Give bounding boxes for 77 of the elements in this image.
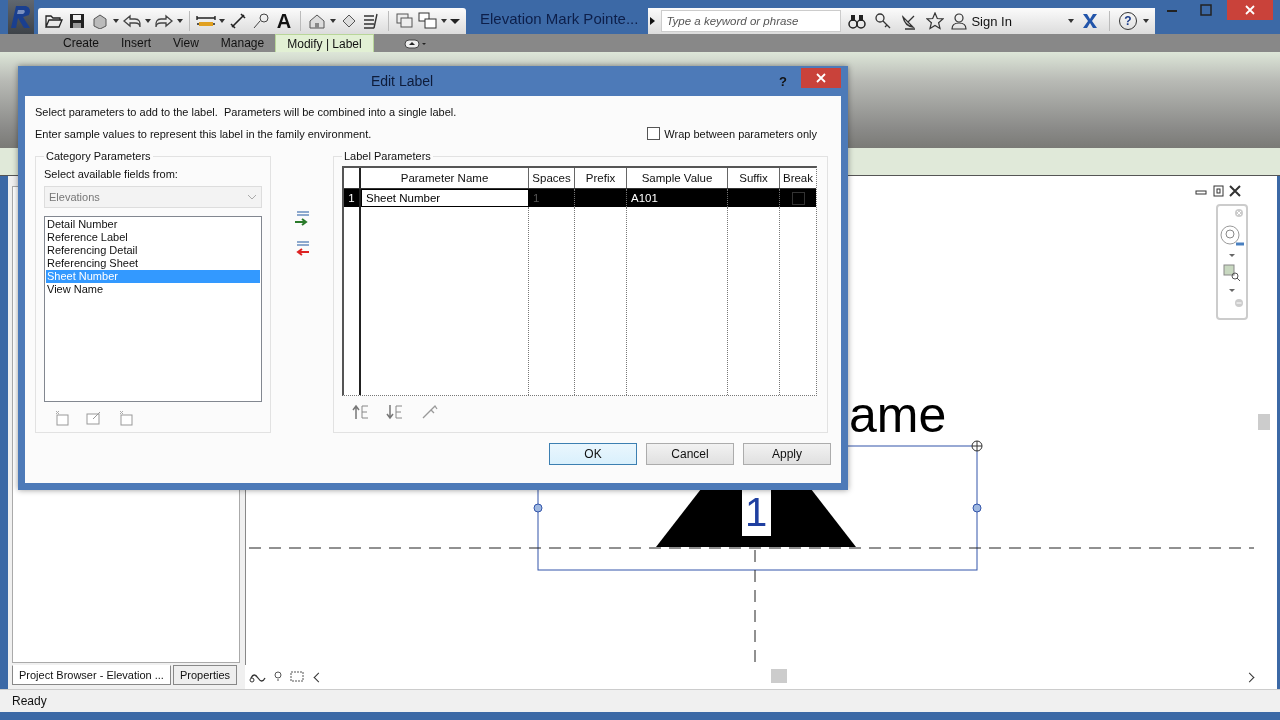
application-menu-button[interactable]: [8, 0, 34, 34]
caret-icon[interactable]: [113, 19, 119, 23]
ribbon-toggle-icon[interactable]: [403, 36, 428, 52]
caret-icon[interactable]: [219, 19, 225, 23]
instruction-text: Select parameters to add to the label. Parameters will be combined into a single label.: [35, 106, 458, 118]
ribbon-tab[interactable]: Manage: [209, 34, 276, 52]
dialog-title: Edit Label: [369, 73, 435, 89]
column-header[interactable]: Parameter Name: [361, 168, 529, 188]
rotate-grip-icon[interactable]: [971, 440, 983, 452]
column-header[interactable]: Break: [780, 168, 816, 188]
text-tool-button[interactable]: A: [274, 10, 294, 32]
help-button[interactable]: ?: [779, 73, 787, 89]
list-item[interactable]: View Name: [46, 283, 260, 296]
zoom-icon[interactable]: [1222, 263, 1242, 283]
checkbox-label[interactable]: Wrap between parameters only: [664, 127, 817, 140]
grip-handle[interactable]: [533, 503, 543, 513]
panel-tab[interactable]: Properties: [172, 665, 238, 685]
caret-icon[interactable]: [1067, 19, 1074, 23]
dialog-button[interactable]: Apply: [743, 443, 831, 465]
user-icon: [951, 12, 968, 30]
column-header[interactable]: Spaces: [529, 168, 575, 188]
customize-caret-icon[interactable]: [450, 18, 460, 24]
steering-wheel-icon[interactable]: [1219, 224, 1245, 248]
edit-parameter-icon[interactable]: [86, 410, 102, 426]
dialog-button[interactable]: OK: [549, 443, 637, 465]
column-header[interactable]: Suffix: [728, 168, 780, 188]
ribbon-tab[interactable]: View: [162, 34, 210, 52]
list-item[interactable]: Referencing Sheet: [46, 257, 260, 270]
expand-arrow-icon[interactable]: [650, 17, 656, 25]
close-icon: [1243, 4, 1256, 16]
star-icon[interactable]: [925, 10, 946, 32]
checkbox[interactable]: [647, 127, 661, 140]
close-icon: [815, 72, 827, 84]
table-cell[interactable]: A101: [627, 189, 728, 207]
window-title: Elevation Mark Pointe...: [480, 9, 639, 27]
table-row[interactable]: 1 Sheet Number 1 A101: [344, 189, 816, 207]
panel-tab[interactable]: Project Browser - Elevation ...: [12, 665, 171, 685]
search-field[interactable]: Type a keyword or phrase: [661, 10, 842, 32]
ribbon-tab[interactable]: Create: [52, 34, 111, 52]
instruction-text: Enter sample values to represent this label in the family environment.: [35, 127, 372, 140]
ribbon-tab[interactable]: Insert: [110, 34, 163, 52]
lightbulb-icon[interactable]: [273, 670, 283, 684]
edit-format-icon[interactable]: [420, 404, 438, 420]
label-text: ame: [849, 387, 947, 443]
dialog-button[interactable]: Cancel: [646, 443, 734, 465]
caret-icon[interactable]: [1229, 254, 1235, 257]
caret-icon[interactable]: [177, 19, 183, 23]
caret-icon[interactable]: [330, 19, 336, 23]
caret-icon[interactable]: [441, 19, 447, 23]
move-up-icon[interactable]: [352, 404, 370, 420]
caret-icon[interactable]: [145, 19, 151, 23]
group-title: Category Parameters: [45, 150, 152, 162]
scroll-thumb[interactable]: [771, 669, 787, 683]
caret-icon[interactable]: [1229, 289, 1235, 292]
add-parameter-icon[interactable]: [293, 210, 311, 228]
close-button[interactable]: [1226, 0, 1273, 20]
list-item[interactable]: Referencing Detail: [46, 244, 260, 257]
ribbon-tab[interactable]: Modify | Label: [275, 34, 374, 52]
list-item[interactable]: Reference Label: [46, 231, 260, 244]
table-cell[interactable]: Sheet Number: [361, 189, 529, 207]
switch-windows-icon[interactable]: [418, 10, 438, 32]
grip-handle[interactable]: [972, 503, 982, 513]
chevron-down-icon: [247, 194, 257, 200]
list-item[interactable]: Detail Number: [46, 218, 260, 231]
break-checkbox[interactable]: [791, 191, 805, 205]
mark-number: 1: [742, 489, 771, 536]
column-header[interactable]: Sample Value: [627, 168, 728, 188]
sign-in-button[interactable]: Sign In: [951, 12, 1012, 30]
close-button[interactable]: [801, 68, 841, 88]
move-down-icon[interactable]: [386, 404, 404, 420]
caret-icon[interactable]: [1142, 19, 1149, 23]
group-title: Label Parameters: [343, 150, 432, 162]
field-label: Select available fields from:: [44, 168, 179, 180]
column-header[interactable]: Prefix: [575, 168, 627, 188]
close-icon[interactable]: [1228, 184, 1242, 198]
restore-icon[interactable]: [1211, 184, 1225, 198]
status-text: Ready: [12, 694, 47, 708]
